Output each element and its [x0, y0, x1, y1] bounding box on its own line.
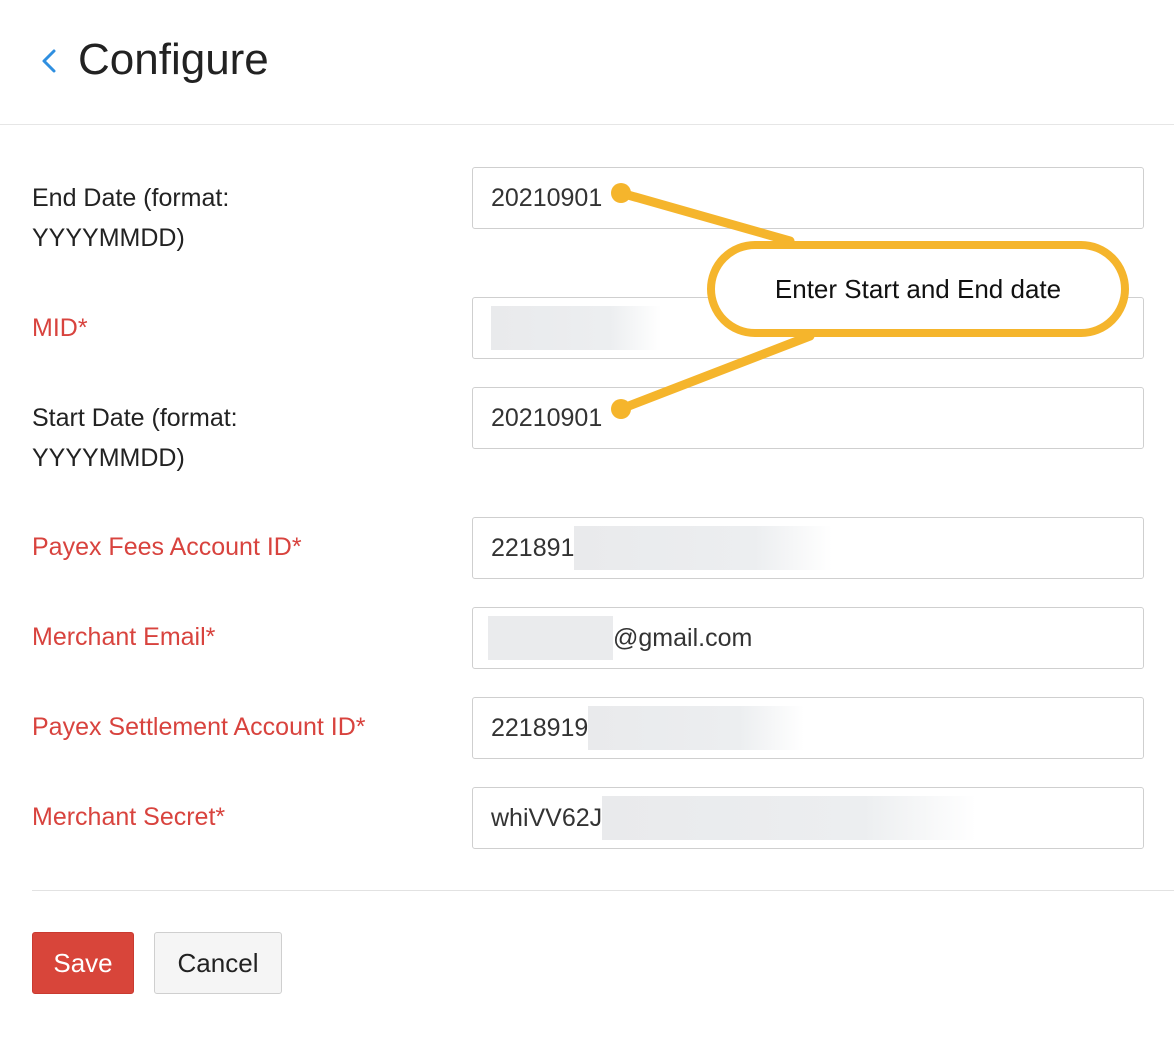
- merchant-email-label: Merchant Email*: [32, 623, 216, 651]
- end-date-field[interactable]: 20210901: [472, 167, 1144, 229]
- form-divider: [32, 890, 1174, 891]
- end-date-label: End Date (format: YYYYMMDD): [32, 178, 442, 258]
- payex-settlement-account-id-field[interactable]: 2218919: [472, 697, 1144, 759]
- redacted-value: [574, 526, 833, 570]
- start-date-label-line2: YYYYMMDD): [32, 444, 185, 472]
- redacted-value: [602, 796, 977, 840]
- end-date-value: 20210901: [491, 183, 603, 212]
- merchant-email-value: @gmail.com: [613, 623, 753, 652]
- end-date-label-line1: End Date (format:: [32, 184, 230, 212]
- start-date-field[interactable]: 20210901: [472, 387, 1144, 449]
- start-date-label-line1: Start Date (format:: [32, 404, 238, 432]
- annotation-text: Enter Start and End date: [774, 273, 1062, 304]
- merchant-secret-value: whiVV62J: [491, 803, 603, 832]
- configure-page: Configure End Date (format: YYYYMMDD) 20…: [0, 0, 1174, 1038]
- end-date-label-line2: YYYYMMDD): [32, 224, 185, 252]
- payex-fees-account-id-value: 221891: [491, 533, 575, 562]
- redacted-value: [488, 616, 613, 660]
- payex-fees-account-id-label: Payex Fees Account ID*: [32, 533, 302, 561]
- cancel-button[interactable]: Cancel: [154, 932, 282, 994]
- page-title: Configure: [78, 35, 269, 84]
- merchant-secret-label: Merchant Secret*: [32, 803, 226, 831]
- merchant-email-field[interactable]: @gmail.com: [472, 607, 1144, 669]
- redacted-value: [491, 306, 661, 350]
- back-button[interactable]: [34, 44, 64, 78]
- annotation-callout: Enter Start and End date: [707, 241, 1129, 337]
- mid-label: MID*: [32, 314, 88, 342]
- save-button[interactable]: Save: [32, 932, 134, 994]
- payex-settlement-account-id-value: 2218919: [491, 713, 589, 742]
- redacted-value: [588, 706, 805, 750]
- start-date-label: Start Date (format: YYYYMMDD): [32, 398, 442, 478]
- merchant-secret-field[interactable]: whiVV62J: [472, 787, 1144, 849]
- start-date-value: 20210901: [491, 403, 603, 432]
- payex-settlement-account-id-label: Payex Settlement Account ID*: [32, 713, 366, 741]
- payex-fees-account-id-field[interactable]: 221891: [472, 517, 1144, 579]
- page-header: Configure: [0, 0, 1174, 125]
- chevron-left-icon: [42, 49, 56, 73]
